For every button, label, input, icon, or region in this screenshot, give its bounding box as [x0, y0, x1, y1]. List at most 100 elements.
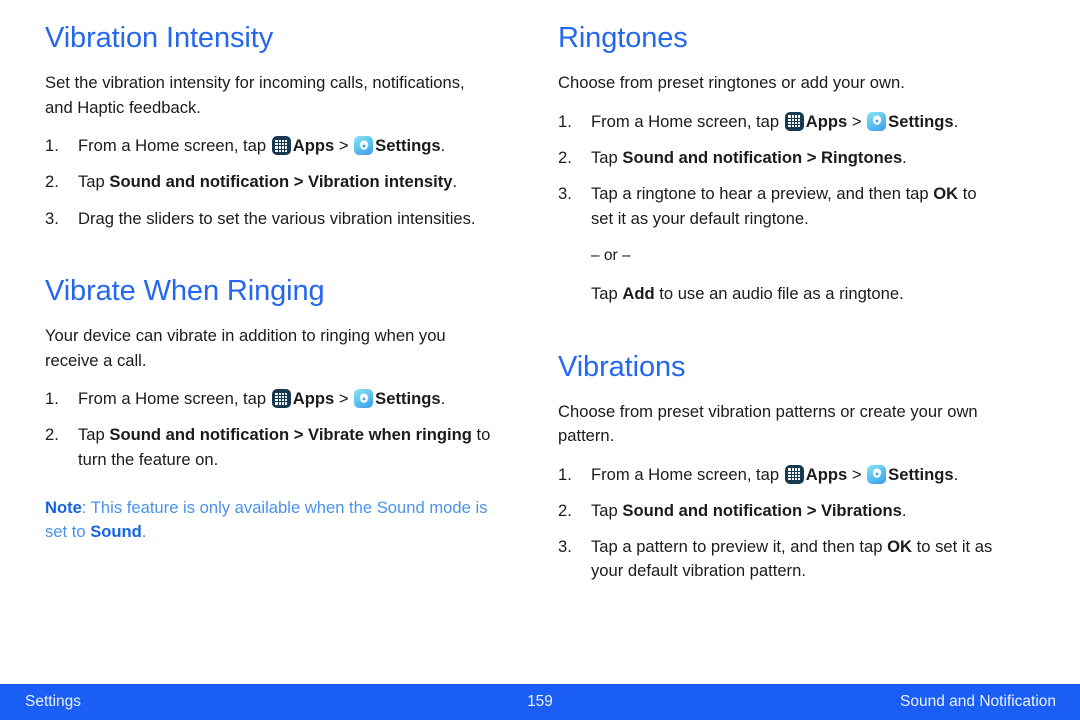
note-text-tail: .	[141, 522, 147, 542]
step-emphasis: Apps	[292, 389, 335, 409]
step-item: 2. Tap Sound and notification > Vibration…	[558, 499, 1002, 523]
step-text: From a Home screen, tap	[591, 464, 784, 484]
step-text: Tap a ringtone to hear a preview, and th…	[591, 184, 934, 204]
gear-glyph	[872, 115, 882, 126]
step-item: 3. Tap a pattern to preview it, and then …	[558, 535, 1002, 583]
step-text: Tap	[591, 148, 623, 168]
step-emphasis: OK	[933, 184, 959, 204]
step-item: 3. Drag the sliders to set the various vi…	[45, 207, 492, 231]
step-emphasis: Vibration intensity	[308, 172, 453, 192]
step-text: Drag the sliders to set the various vibr…	[78, 208, 476, 228]
two-column-body: Vibration Intensity Set the vibration in…	[0, 22, 1080, 596]
step-text: >	[334, 389, 354, 409]
step-item: 2. Tap Sound and notification > Vibration…	[45, 170, 492, 194]
gear-glyph	[872, 468, 882, 479]
step-emphasis: Apps	[805, 464, 848, 484]
step-item: 2. Tap Sound and notification > Ringtones…	[558, 146, 1002, 170]
step-emphasis: Sound and notification	[622, 501, 803, 521]
page-title-vibration-intensity: Vibration Intensity	[45, 22, 274, 54]
step-item: 1. From a Home screen, tap Apps > Setting…	[45, 387, 492, 411]
note-separator: :	[81, 497, 91, 517]
settings-gear-icon	[867, 464, 887, 484]
step-emphasis: >	[289, 172, 309, 192]
section-title-ringtones: Ringtones	[558, 22, 688, 54]
step-number: 2.	[558, 148, 572, 168]
step-text: Tap	[78, 172, 110, 192]
or-separator: – or –	[591, 246, 631, 264]
note-vibrate-when-ringing: Note: This feature is only available whe…	[45, 496, 492, 545]
step-item: 1. From a Home screen, tap Apps > Setting…	[558, 463, 1002, 487]
left-column: Vibration Intensity Set the vibration in…	[0, 22, 510, 596]
apps-grid-dots	[275, 139, 288, 152]
apps-grid-dots	[275, 392, 288, 405]
step-emphasis: Ringtones	[821, 148, 903, 168]
alt-emphasis-add: Add	[622, 284, 655, 304]
note-emphasis: Sound	[90, 522, 142, 542]
step-number: 3.	[558, 537, 572, 557]
step-text: Tap	[78, 425, 110, 445]
apps-grid-icon	[784, 464, 804, 484]
step-text: .	[953, 464, 959, 484]
section-title-vibrate-when-ringing: Vibrate When Ringing	[45, 274, 325, 307]
step-emphasis: Sound and notification	[109, 172, 290, 192]
gear-glyph	[359, 392, 369, 403]
step-emphasis: Apps	[805, 111, 848, 131]
settings-gear-icon	[867, 111, 887, 131]
steps-vibrate-when-ringing: 1. From a Home screen, tap Apps > Setting…	[45, 387, 492, 472]
step-emphasis: Vibrate when ringing	[308, 425, 472, 445]
section-title-vibrations: Vibrations	[558, 350, 686, 383]
apps-grid-icon	[784, 111, 804, 131]
step-item: 3. Tap a ringtone to hear a preview, and …	[558, 182, 1002, 230]
step-text: .	[440, 136, 446, 156]
step-emphasis: OK	[887, 537, 913, 557]
step-number: 2.	[558, 501, 572, 521]
step-number: 1.	[45, 136, 59, 156]
gear-glyph	[359, 139, 369, 150]
step-item: 1. From a Home screen, tap Apps > Setting…	[45, 134, 492, 158]
apps-grid-icon	[271, 389, 291, 409]
step-text: Tap a pattern to preview it, and then ta…	[591, 537, 888, 557]
step-text: From a Home screen, tap	[78, 389, 271, 409]
step-emphasis: Vibrations	[821, 501, 902, 521]
step-emphasis: >	[802, 501, 822, 521]
alt-text-before: Tap	[591, 284, 623, 304]
step-text: Tap	[591, 501, 623, 521]
footer-right-label: Sound and Notification	[900, 693, 1056, 710]
page-footer: Settings 159 Sound and Notification	[0, 684, 1080, 720]
step-number: 3.	[558, 184, 572, 204]
intro-vibrate-when-ringing: Your device can vibrate in addition to r…	[45, 326, 446, 370]
step-text: .	[902, 148, 907, 168]
step-text: .	[440, 389, 446, 409]
apps-grid-icon	[271, 136, 291, 156]
step-emphasis: >	[289, 425, 309, 445]
apps-grid-dots	[788, 115, 801, 128]
step-text: >	[334, 136, 354, 156]
step-number: 2.	[45, 425, 59, 445]
step-emphasis: Sound and notification	[109, 425, 290, 445]
ringtone-alternative: Tap Add to use an audio file as a ringto…	[558, 282, 1002, 306]
step-emphasis: Settings	[888, 464, 954, 484]
steps-vibration-intensity: 1. From a Home screen, tap Apps > Setting…	[45, 134, 492, 231]
step-emphasis: Settings	[375, 136, 441, 156]
settings-gear-icon	[354, 389, 374, 409]
steps-ringtones: 1. From a Home screen, tap Apps > Setting…	[558, 110, 1002, 231]
step-emphasis: >	[802, 148, 822, 168]
settings-gear-icon	[354, 136, 374, 156]
step-text: .	[452, 172, 458, 192]
step-text: >	[847, 464, 867, 484]
alt-text-after: to use an audio file as a ringtone.	[654, 284, 904, 304]
note-label: Note	[45, 497, 82, 517]
steps-vibrations: 1. From a Home screen, tap Apps > Setting…	[558, 463, 1002, 584]
step-emphasis: Settings	[888, 111, 954, 131]
step-text: >	[847, 111, 867, 131]
step-text: .	[953, 111, 959, 131]
step-number: 2.	[45, 172, 59, 192]
step-number: 1.	[45, 389, 59, 409]
step-number: 1.	[558, 111, 572, 131]
step-text: From a Home screen, tap	[78, 136, 271, 156]
step-text: .	[901, 501, 907, 521]
intro-vibration-intensity: Set the vibration intensity for incoming…	[45, 73, 465, 117]
step-emphasis: Sound and notification	[622, 148, 803, 168]
step-text: From a Home screen, tap	[591, 111, 784, 131]
intro-vibrations: Choose from preset vibration patterns or…	[558, 402, 978, 446]
